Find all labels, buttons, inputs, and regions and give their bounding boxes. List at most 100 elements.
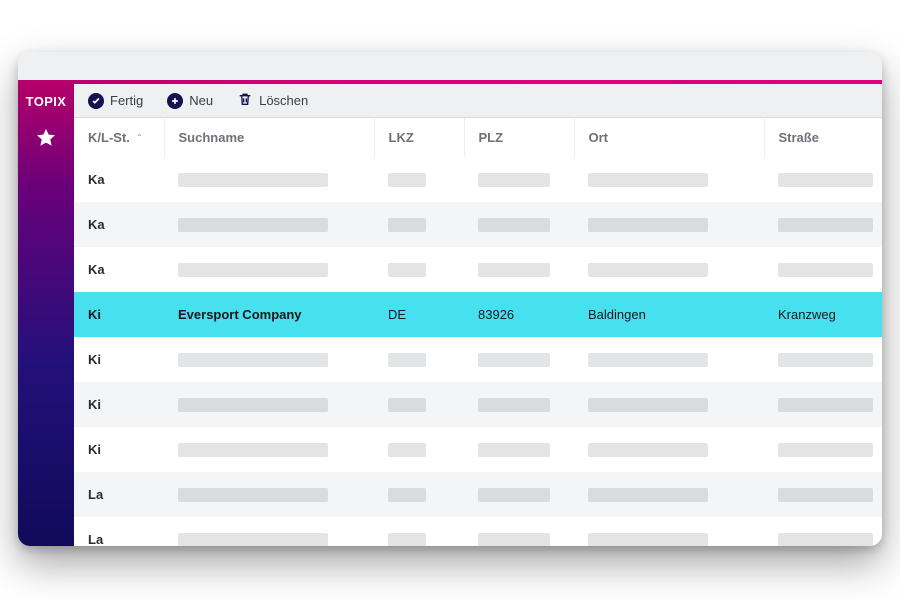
trash-icon <box>237 91 253 110</box>
table-row[interactable]: Ka <box>74 247 882 292</box>
placeholder-bar <box>478 443 550 457</box>
cell-lkz <box>374 157 464 202</box>
col-lkz[interactable]: LKZ <box>374 118 464 157</box>
table-row[interactable]: La <box>74 517 882 546</box>
app-window: TOPIX <box>18 52 882 546</box>
cell-strasse <box>764 427 882 472</box>
col-ort[interactable]: Ort <box>574 118 764 157</box>
col-klst[interactable]: K/L-St. ˆ <box>74 118 164 157</box>
table-header-row: K/L-St. ˆ Suchname LKZ PLZ Ort Straße <box>74 118 882 157</box>
table-row[interactable]: Ki <box>74 337 882 382</box>
cell-klst: Ka <box>74 157 164 202</box>
cell-strasse <box>764 202 882 247</box>
cell-plz <box>464 247 574 292</box>
cell-ort <box>574 427 764 472</box>
placeholder-bar <box>178 488 328 502</box>
cell-ort <box>574 202 764 247</box>
sidebar-item-favorites[interactable] <box>33 127 59 153</box>
cell-plz <box>464 337 574 382</box>
cell-lkz <box>374 382 464 427</box>
cell-plz <box>464 202 574 247</box>
placeholder-bar <box>178 218 328 232</box>
cell-suchname <box>164 427 374 472</box>
sidebar-item-settings[interactable] <box>33 367 59 393</box>
placeholder-bar <box>388 263 426 277</box>
col-suchname[interactable]: Suchname <box>164 118 374 157</box>
table-row[interactable]: La <box>74 472 882 517</box>
placeholder-bar <box>778 353 873 367</box>
new-button[interactable]: Neu <box>167 93 213 109</box>
table-row[interactable]: KiEversport CompanyDE83926BaldingenKranz… <box>74 292 882 337</box>
cell-strasse <box>764 472 882 517</box>
placeholder-bar <box>778 263 873 277</box>
new-label: Neu <box>189 93 213 108</box>
placeholder-bar <box>478 353 550 367</box>
brand-logo: TOPIX <box>26 88 67 113</box>
cell-lkz <box>374 517 464 546</box>
placeholder-bar <box>778 398 873 412</box>
table-row[interactable]: Ka <box>74 202 882 247</box>
cell-lkz <box>374 472 464 517</box>
placeholder-bar <box>388 443 426 457</box>
placeholder-bar <box>588 443 708 457</box>
cell-lkz <box>374 427 464 472</box>
data-table: K/L-St. ˆ Suchname LKZ PLZ Ort Straße Ka… <box>74 118 882 546</box>
placeholder-bar <box>388 488 426 502</box>
placeholder-bar <box>588 398 708 412</box>
placeholder-bar <box>588 353 708 367</box>
table-row[interactable]: Ki <box>74 382 882 427</box>
cell-suchname <box>164 247 374 292</box>
sidebar-item-orders[interactable] <box>33 247 59 273</box>
sidebar-item-documents[interactable] <box>33 327 59 353</box>
cell-plz <box>464 427 574 472</box>
delete-button[interactable]: Löschen <box>237 91 308 110</box>
cell-suchname <box>164 472 374 517</box>
cell-strasse <box>764 337 882 382</box>
col-strasse[interactable]: Straße <box>764 118 882 157</box>
cell-suchname <box>164 382 374 427</box>
sidebar-item-warehouse[interactable] <box>33 287 59 313</box>
placeholder-bar <box>388 398 426 412</box>
placeholder-bar <box>478 398 550 412</box>
cell-klst: Ka <box>74 247 164 292</box>
placeholder-bar <box>778 533 873 547</box>
sidebar-item-apps[interactable] <box>33 407 59 433</box>
placeholder-bar <box>778 443 873 457</box>
sidebar: TOPIX <box>18 84 74 546</box>
cell-ort <box>574 517 764 546</box>
placeholder-bar <box>778 173 873 187</box>
table-row[interactable]: Ka <box>74 157 882 202</box>
placeholder-bar <box>388 533 426 547</box>
done-button[interactable]: Fertig <box>88 93 143 109</box>
cell-plz <box>464 517 574 546</box>
placeholder-bar <box>178 353 328 367</box>
cell-klst: La <box>74 472 164 517</box>
placeholder-bar <box>778 218 873 232</box>
delete-label: Löschen <box>259 93 308 108</box>
placeholder-bar <box>178 533 328 547</box>
placeholder-bar <box>178 263 328 277</box>
cell-strasse <box>764 157 882 202</box>
table-row[interactable]: Ki <box>74 427 882 472</box>
cell-strasse <box>764 247 882 292</box>
placeholder-bar <box>588 173 708 187</box>
placeholder-bar <box>178 443 328 457</box>
col-plz[interactable]: PLZ <box>464 118 574 157</box>
sidebar-item-invoices[interactable] <box>33 207 59 233</box>
cell-klst: Ki <box>74 427 164 472</box>
sidebar-item-partners[interactable] <box>33 167 59 193</box>
cell-suchname <box>164 202 374 247</box>
cell-klst: Ki <box>74 337 164 382</box>
cell-lkz <box>374 202 464 247</box>
done-label: Fertig <box>110 93 143 108</box>
placeholder-bar <box>478 173 550 187</box>
placeholder-bar <box>478 218 550 232</box>
placeholder-bar <box>588 263 708 277</box>
cell-suchname <box>164 157 374 202</box>
toolbar: Fertig Neu Löschen <box>74 84 882 118</box>
sidebar-item-people[interactable] <box>33 447 59 473</box>
cell-suchname <box>164 337 374 382</box>
cell-strasse <box>764 517 882 546</box>
cell-lkz <box>374 247 464 292</box>
check-icon <box>88 93 104 109</box>
